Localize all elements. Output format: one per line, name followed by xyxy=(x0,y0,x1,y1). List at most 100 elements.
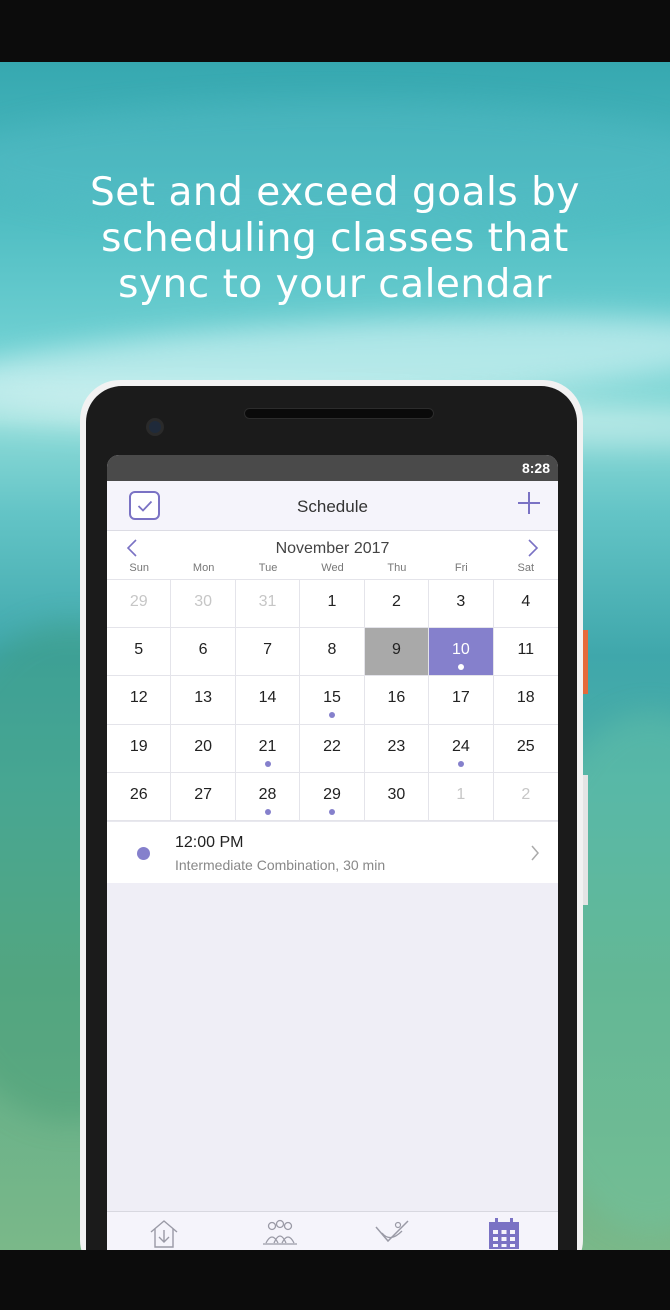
day-number: 26 xyxy=(129,785,148,803)
calendar-day[interactable]: 29 xyxy=(107,580,172,629)
calendar-day[interactable]: 31 xyxy=(235,580,301,629)
add-class-button[interactable] xyxy=(518,492,540,514)
day-number: 24 xyxy=(451,737,470,755)
headline-line-1: Set and exceed goals by xyxy=(90,170,580,215)
calendar-day[interactable]: 7 xyxy=(235,628,301,677)
promo-headline: Set and exceed goals by scheduling class… xyxy=(0,170,670,308)
day-number: 31 xyxy=(258,593,277,610)
calendar-day-today[interactable]: 9 xyxy=(364,628,430,677)
calendar-day[interactable]: 4 xyxy=(493,580,558,629)
weekday-label: Thu xyxy=(387,562,407,574)
day-number: 29 xyxy=(129,593,148,610)
event-row[interactable]: 12:00 PM Intermediate Combination, 30 mi… xyxy=(107,821,558,883)
weekday-label: Tue xyxy=(258,562,278,574)
calendar-day[interactable]: 8 xyxy=(300,628,365,677)
event-indicator-dot xyxy=(457,664,464,671)
calendar-day[interactable]: 26 xyxy=(107,772,172,821)
bottom-letterbox xyxy=(0,1250,670,1310)
calendar-day[interactable]: 27 xyxy=(171,772,236,821)
app-bar: Schedule xyxy=(107,481,558,531)
day-number: 15 xyxy=(323,689,341,707)
calendar-icon xyxy=(489,1218,519,1249)
headline-line-2: scheduling classes that xyxy=(101,216,569,261)
day-number: 1 xyxy=(327,593,337,610)
day-number: 23 xyxy=(387,737,406,755)
day-number: 25 xyxy=(516,737,535,755)
calendar-day[interactable]: 1 xyxy=(300,580,365,629)
calendar-day-selected[interactable]: 10 xyxy=(429,628,494,677)
day-number: 17 xyxy=(451,689,470,707)
day-number: 5 xyxy=(134,641,144,659)
calendar-day[interactable]: 30 xyxy=(364,772,430,821)
calendar-day[interactable]: 5 xyxy=(107,628,172,677)
calendar-day[interactable]: 24 xyxy=(429,724,494,773)
day-number: 27 xyxy=(194,785,213,803)
calendar-day[interactable]: 23 xyxy=(364,724,430,773)
calendar-day[interactable]: 2 xyxy=(493,773,558,821)
volume-button xyxy=(583,775,588,905)
calendar-day[interactable]: 16 xyxy=(364,676,430,725)
calendar-grid: 29 30 31 1 2 3 4 5 6 7 8 9 10 11 12 13 14 15 16 17 18 19 20 21 2… xyxy=(107,579,558,821)
status-bar: 8:28 xyxy=(107,455,558,481)
tab-workout[interactable] xyxy=(374,1217,409,1249)
day-number: 30 xyxy=(387,785,406,803)
day-number: 1 xyxy=(456,785,466,803)
calendar-day[interactable]: 6 xyxy=(171,628,236,677)
event-indicator-dot xyxy=(264,808,271,815)
calendar-day[interactable]: 11 xyxy=(493,628,558,677)
event-indicator-dot xyxy=(328,808,335,815)
chevron-right-icon[interactable] xyxy=(526,539,540,557)
tab-classes[interactable] xyxy=(260,1217,297,1249)
calendar-day[interactable]: 20 xyxy=(171,724,236,773)
calendar-day[interactable]: 15 xyxy=(300,676,365,725)
calendar-day[interactable]: 12 xyxy=(107,676,172,725)
day-number: 11 xyxy=(517,641,535,659)
day-number: 29 xyxy=(323,785,341,803)
day-number: 18 xyxy=(516,689,535,707)
page-title: Schedule xyxy=(297,497,368,516)
tab-home[interactable] xyxy=(147,1217,181,1249)
month-label: November 2017 xyxy=(275,540,390,557)
weekday-label: Sun xyxy=(129,562,149,574)
tab-schedule[interactable] xyxy=(487,1217,521,1249)
day-number: 22 xyxy=(323,737,341,755)
day-number: 14 xyxy=(258,689,277,707)
calendar-day[interactable]: 3 xyxy=(429,580,494,629)
event-time: 12:00 PM xyxy=(175,834,244,851)
weekday-label: Fri xyxy=(454,562,468,574)
calendar-day[interactable]: 22 xyxy=(300,724,365,773)
day-number: 28 xyxy=(258,785,277,803)
day-number: 3 xyxy=(456,593,466,610)
day-number: 2 xyxy=(391,593,401,610)
day-number: 9 xyxy=(391,641,401,659)
home-download-icon xyxy=(150,1220,178,1248)
group-class-icon xyxy=(263,1219,297,1245)
day-number: 21 xyxy=(258,737,277,755)
power-button xyxy=(583,630,588,694)
headline-line-3: sync to your calendar xyxy=(118,262,552,307)
weekday-label: Wed xyxy=(321,562,344,574)
tab-bar xyxy=(107,1211,558,1250)
calendar-day[interactable]: 1 xyxy=(429,772,494,821)
yoga-pose-icon xyxy=(375,1220,409,1243)
calendar-day[interactable]: 19 xyxy=(107,724,172,773)
calendar-day[interactable]: 25 xyxy=(493,725,558,773)
event-description: Intermediate Combination, 30 min xyxy=(175,857,386,873)
calendar-day[interactable]: 18 xyxy=(493,676,558,725)
earpiece-speaker xyxy=(244,408,434,419)
calendar-day[interactable]: 28 xyxy=(235,772,301,821)
top-letterbox xyxy=(0,0,670,62)
calendar-day[interactable]: 21 xyxy=(235,724,301,773)
calendar-day[interactable]: 30 xyxy=(171,580,236,629)
day-number: 20 xyxy=(194,737,213,755)
weekday-row: Sun Mon Tue Wed Thu Fri Sat xyxy=(107,562,558,578)
calendar-header: November 2017 Sun Mon Tue Wed Thu Fri Sa… xyxy=(107,531,558,579)
day-number: 4 xyxy=(521,593,531,610)
phone-screen: 8:28 Schedule November 2017 Sun Mon Tue xyxy=(107,455,558,1250)
event-indicator-dot xyxy=(328,712,335,719)
calendar-day[interactable]: 2 xyxy=(364,580,430,629)
calendar-day[interactable]: 14 xyxy=(235,676,301,725)
calendar-day[interactable]: 13 xyxy=(171,676,236,725)
calendar-day[interactable]: 29 xyxy=(300,772,365,821)
calendar-day[interactable]: 17 xyxy=(429,676,494,725)
